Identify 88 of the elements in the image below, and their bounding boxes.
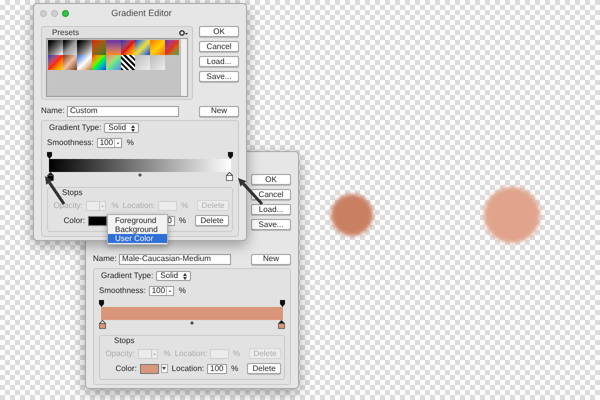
gradient-type-label: Gradient Type: xyxy=(49,124,102,132)
delete-button[interactable]: Delete xyxy=(195,215,229,226)
gradient-preset-swatch[interactable] xyxy=(48,40,63,55)
opacity-label: Opacity: xyxy=(104,350,135,358)
gradient-preset-swatch[interactable] xyxy=(92,40,106,55)
dialog-button[interactable]: Load... xyxy=(251,204,291,215)
caret-icon xyxy=(162,367,166,370)
stepper-icon xyxy=(98,202,105,210)
gradient-preset-swatch[interactable] xyxy=(62,40,78,55)
smoothness-label: Smoothness: xyxy=(47,139,94,147)
stepper-icon xyxy=(150,350,157,358)
gradient-preset-swatch[interactable] xyxy=(77,40,92,55)
gradient-preset-swatch[interactable] xyxy=(120,40,136,55)
stops-label: Stops xyxy=(62,188,82,197)
percent-label: % xyxy=(180,202,188,210)
opacity-field[interactable] xyxy=(138,348,158,358)
percent-label: % xyxy=(232,350,240,358)
gear-icon[interactable] xyxy=(179,30,188,36)
percent-label: % xyxy=(164,350,171,358)
dialog-button[interactable]: Save... xyxy=(251,219,291,230)
smoothness-label: Smoothness: xyxy=(99,287,146,295)
gradient-preset-swatch[interactable] xyxy=(120,55,136,70)
color-swatch[interactable] xyxy=(88,216,107,226)
gradient-preset-swatch[interactable] xyxy=(77,55,92,70)
percent-label: % xyxy=(126,139,134,147)
location-label: Location: xyxy=(122,202,156,210)
percent-label: % xyxy=(178,287,186,295)
percent-label: % xyxy=(112,202,119,210)
new-button[interactable]: New xyxy=(199,106,239,116)
dialog-button[interactable]: OK xyxy=(251,174,291,185)
dialog-button[interactable]: Cancel xyxy=(251,189,291,200)
gradient-preset-swatch[interactable] xyxy=(135,55,150,70)
stops-label: Stops xyxy=(114,336,134,345)
color-swatch[interactable] xyxy=(140,364,159,374)
gradient-type-select[interactable]: Solid xyxy=(156,271,192,281)
dialog-button[interactable]: Load... xyxy=(199,56,239,67)
name-label: Name: xyxy=(93,255,118,263)
new-button[interactable]: New xyxy=(251,254,291,264)
smoothness-field[interactable]: 100 xyxy=(148,286,174,296)
opacity-field[interactable] xyxy=(86,200,106,210)
menu-item[interactable]: Foreground xyxy=(108,216,167,225)
location-label: Location: xyxy=(174,350,208,358)
name-field[interactable]: Custom xyxy=(67,106,179,116)
color-stop-marker[interactable] xyxy=(226,172,233,181)
gradient-preset-swatch[interactable] xyxy=(164,40,180,55)
opacity-label: Opacity: xyxy=(52,202,83,210)
gradient-preset-swatch[interactable] xyxy=(62,55,78,70)
presets-label: Presets xyxy=(51,29,80,37)
color-label: Color: xyxy=(114,364,137,372)
gradient-preset-swatch[interactable] xyxy=(92,55,106,70)
updown-arrows-icon xyxy=(183,272,188,280)
color-stop-marker[interactable] xyxy=(278,320,285,329)
opacity-stop-marker[interactable] xyxy=(228,152,233,159)
gradient-preset-swatch[interactable] xyxy=(150,40,165,55)
gradient-type-select[interactable]: Solid xyxy=(104,123,140,133)
name-label: Name: xyxy=(41,107,66,115)
opacity-stop-marker[interactable] xyxy=(47,152,52,159)
color-dropdown-button[interactable] xyxy=(160,364,168,373)
gradient-preset-swatch[interactable] xyxy=(48,55,63,70)
gradient-preset-swatch[interactable] xyxy=(150,55,165,70)
window-title: Gradient Editor xyxy=(110,6,173,20)
stepper-icon[interactable] xyxy=(166,287,173,295)
gradient-preset-swatch[interactable] xyxy=(106,55,121,70)
name-field[interactable]: Male-Caucasian-Medium xyxy=(119,254,231,264)
stepper-icon[interactable] xyxy=(114,139,121,147)
percent-label: % xyxy=(231,364,238,372)
scrollbar[interactable] xyxy=(180,39,187,96)
dialog-button[interactable]: Cancel xyxy=(199,41,239,52)
location-label: Location: xyxy=(170,364,204,372)
gradient-preset-swatch[interactable] xyxy=(106,40,121,55)
location-field[interactable]: 100 xyxy=(207,364,228,374)
gradient-preset-swatch[interactable] xyxy=(135,40,150,55)
menu-item[interactable]: User Color xyxy=(108,234,167,243)
opacity-stop-marker[interactable] xyxy=(280,300,285,307)
dialog-button[interactable]: OK xyxy=(199,26,239,37)
updown-arrows-icon xyxy=(131,124,136,132)
delete-button[interactable]: Delete xyxy=(247,363,281,374)
location-field[interactable] xyxy=(158,200,177,210)
color-label: Color: xyxy=(62,216,85,224)
window-zoom-button[interactable] xyxy=(62,10,69,17)
gradient-type-label: Gradient Type: xyxy=(101,272,154,280)
dialog-button[interactable]: Save... xyxy=(199,71,239,82)
location-field[interactable] xyxy=(210,348,229,358)
smoothness-field[interactable]: 100 xyxy=(96,138,122,148)
menu-item[interactable]: Background xyxy=(108,225,167,234)
opacity-stop-marker[interactable] xyxy=(99,300,104,307)
color-stop-marker[interactable] xyxy=(99,320,106,329)
percent-label: % xyxy=(178,216,186,224)
